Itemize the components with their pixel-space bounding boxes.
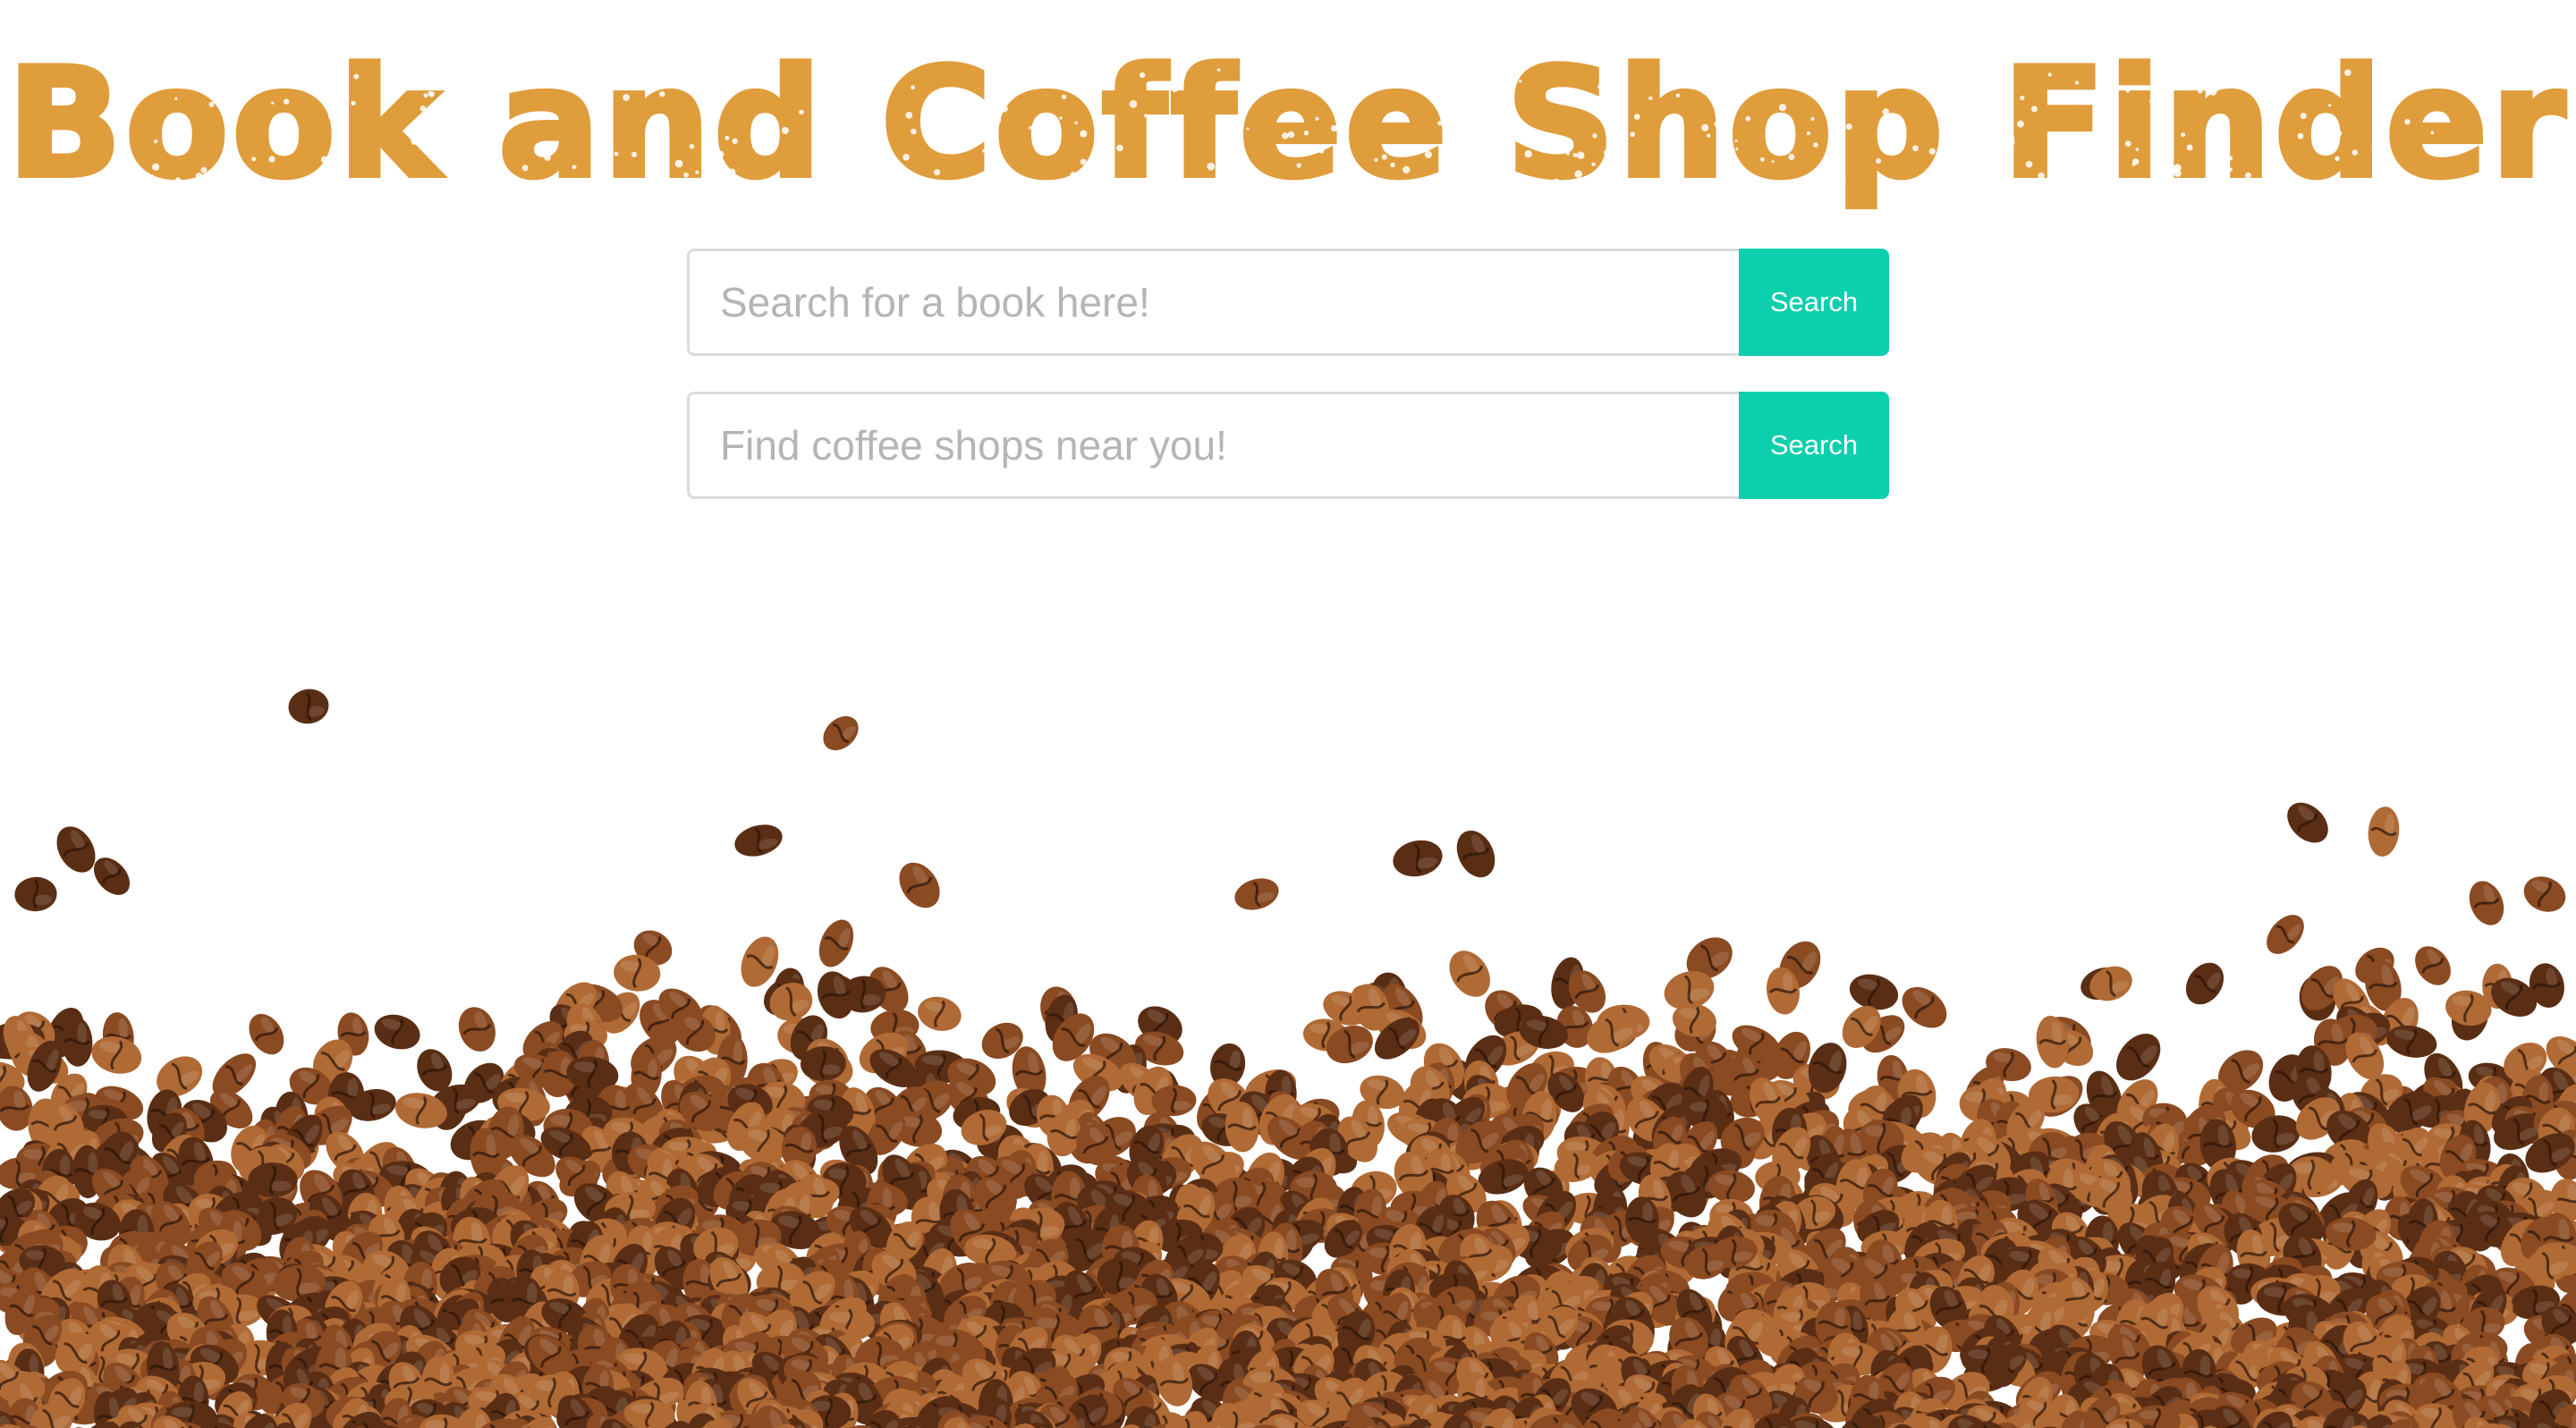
book-search-form: Search <box>687 249 1889 356</box>
book-search-input[interactable] <box>687 249 1739 356</box>
coffee-search-button[interactable]: Search <box>1739 392 1889 499</box>
page: Book and Coffee Shop Finder Search Searc… <box>0 0 2576 1428</box>
page-title: Book and Coffee Shop Finder <box>4 36 2569 211</box>
coffee-search-form: Search <box>687 392 1889 499</box>
book-search-button[interactable]: Search <box>1739 249 1889 356</box>
coffee-beans-background-image <box>0 689 2576 1428</box>
coffee-search-input[interactable] <box>687 392 1739 499</box>
